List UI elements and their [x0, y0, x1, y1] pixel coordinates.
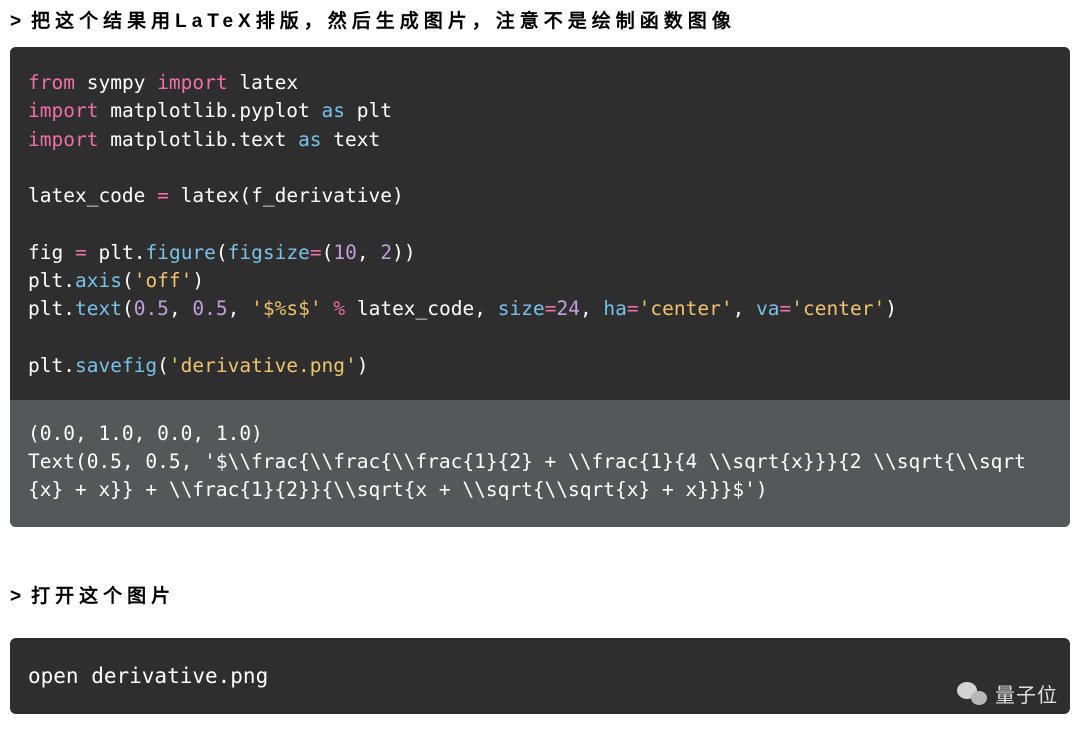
prompt-text-2: 打开这个图片	[31, 586, 175, 607]
kw-ha: ha	[603, 297, 626, 320]
var-fig: fig	[28, 241, 63, 264]
prompt-line-2: >打开这个图片	[0, 575, 1080, 622]
prompt-marker: >	[10, 586, 31, 608]
prompt-line-1: >把这个结果用LaTeX排版，然后生成图片，注意不是绘制函数图像	[0, 0, 1080, 47]
watermark: 量子位	[957, 679, 1058, 708]
code-output-1: (0.0, 1.0, 0.0, 1.0) Text(0.5, 0.5, '$\\…	[10, 400, 1070, 527]
attr-figure: figure	[145, 241, 215, 264]
num-05a: 0.5	[134, 297, 169, 320]
output-line-2: Text(0.5, 0.5, '$\\frac{\\frac{\\frac{1}…	[28, 450, 1026, 501]
num-24: 24	[556, 297, 579, 320]
num-05b: 0.5	[192, 297, 227, 320]
fn-latex: latex	[181, 184, 240, 207]
kw-va: va	[756, 297, 779, 320]
mod-sympy: sympy	[87, 71, 146, 94]
code-cell-1: from sympy import latex import matplotli…	[10, 47, 1070, 527]
str-center-ha: 'center'	[639, 297, 733, 320]
op-eq: =	[157, 184, 169, 207]
str-fmt: '$%s$'	[251, 297, 321, 320]
kw-import: import	[28, 99, 98, 122]
str-center-va: 'center'	[791, 297, 885, 320]
num-10: 10	[333, 241, 356, 264]
kw-size: size	[498, 297, 545, 320]
obj-plt: plt	[28, 269, 63, 292]
attr-savefig: savefig	[75, 354, 157, 377]
kw-import: import	[157, 71, 227, 94]
attr-axis: axis	[75, 269, 122, 292]
num-2: 2	[380, 241, 392, 264]
str-derivpng: 'derivative.png'	[169, 354, 357, 377]
spacer	[0, 527, 1080, 575]
kw-from: from	[28, 71, 75, 94]
obj-plt: plt	[28, 354, 63, 377]
alias-text: text	[333, 128, 380, 151]
cmd-open: open derivative.png	[28, 664, 268, 688]
kw-as: as	[298, 128, 321, 151]
arg-fderiv: f_derivative	[251, 184, 392, 207]
op-eq: =	[780, 297, 792, 320]
var-latex-code: latex_code	[357, 297, 474, 320]
kw-figsize: figsize	[228, 241, 310, 264]
id-latex: latex	[239, 71, 298, 94]
prompt-marker: >	[10, 11, 31, 33]
mod-mpl-text: matplotlib.text	[110, 128, 286, 151]
kw-as: as	[322, 99, 345, 122]
prompt-text-1: 把这个结果用LaTeX排版，然后生成图片，注意不是绘制函数图像	[31, 11, 736, 32]
code-input-1: from sympy import latex import matplotli…	[10, 47, 1070, 400]
obj-plt: plt	[28, 297, 63, 320]
op-eq: =	[545, 297, 557, 320]
kw-import: import	[28, 128, 98, 151]
attr-text: text	[75, 297, 122, 320]
wechat-icon	[957, 682, 987, 706]
var-latex-code: latex_code	[28, 184, 145, 207]
code-cell-2: open derivative.png	[10, 638, 1070, 714]
alias-plt: plt	[357, 99, 392, 122]
op-eq: =	[310, 241, 322, 264]
watermark-label: 量子位	[995, 679, 1058, 708]
obj-plt: plt	[98, 241, 133, 264]
op-eq: =	[627, 297, 639, 320]
spacer	[0, 622, 1080, 638]
op-pct: %	[333, 297, 345, 320]
mod-mpl-pyplot: matplotlib.pyplot	[110, 99, 310, 122]
str-off: 'off'	[134, 269, 193, 292]
output-line-1: (0.0, 1.0, 0.0, 1.0)	[28, 422, 263, 445]
op-eq: =	[75, 241, 87, 264]
